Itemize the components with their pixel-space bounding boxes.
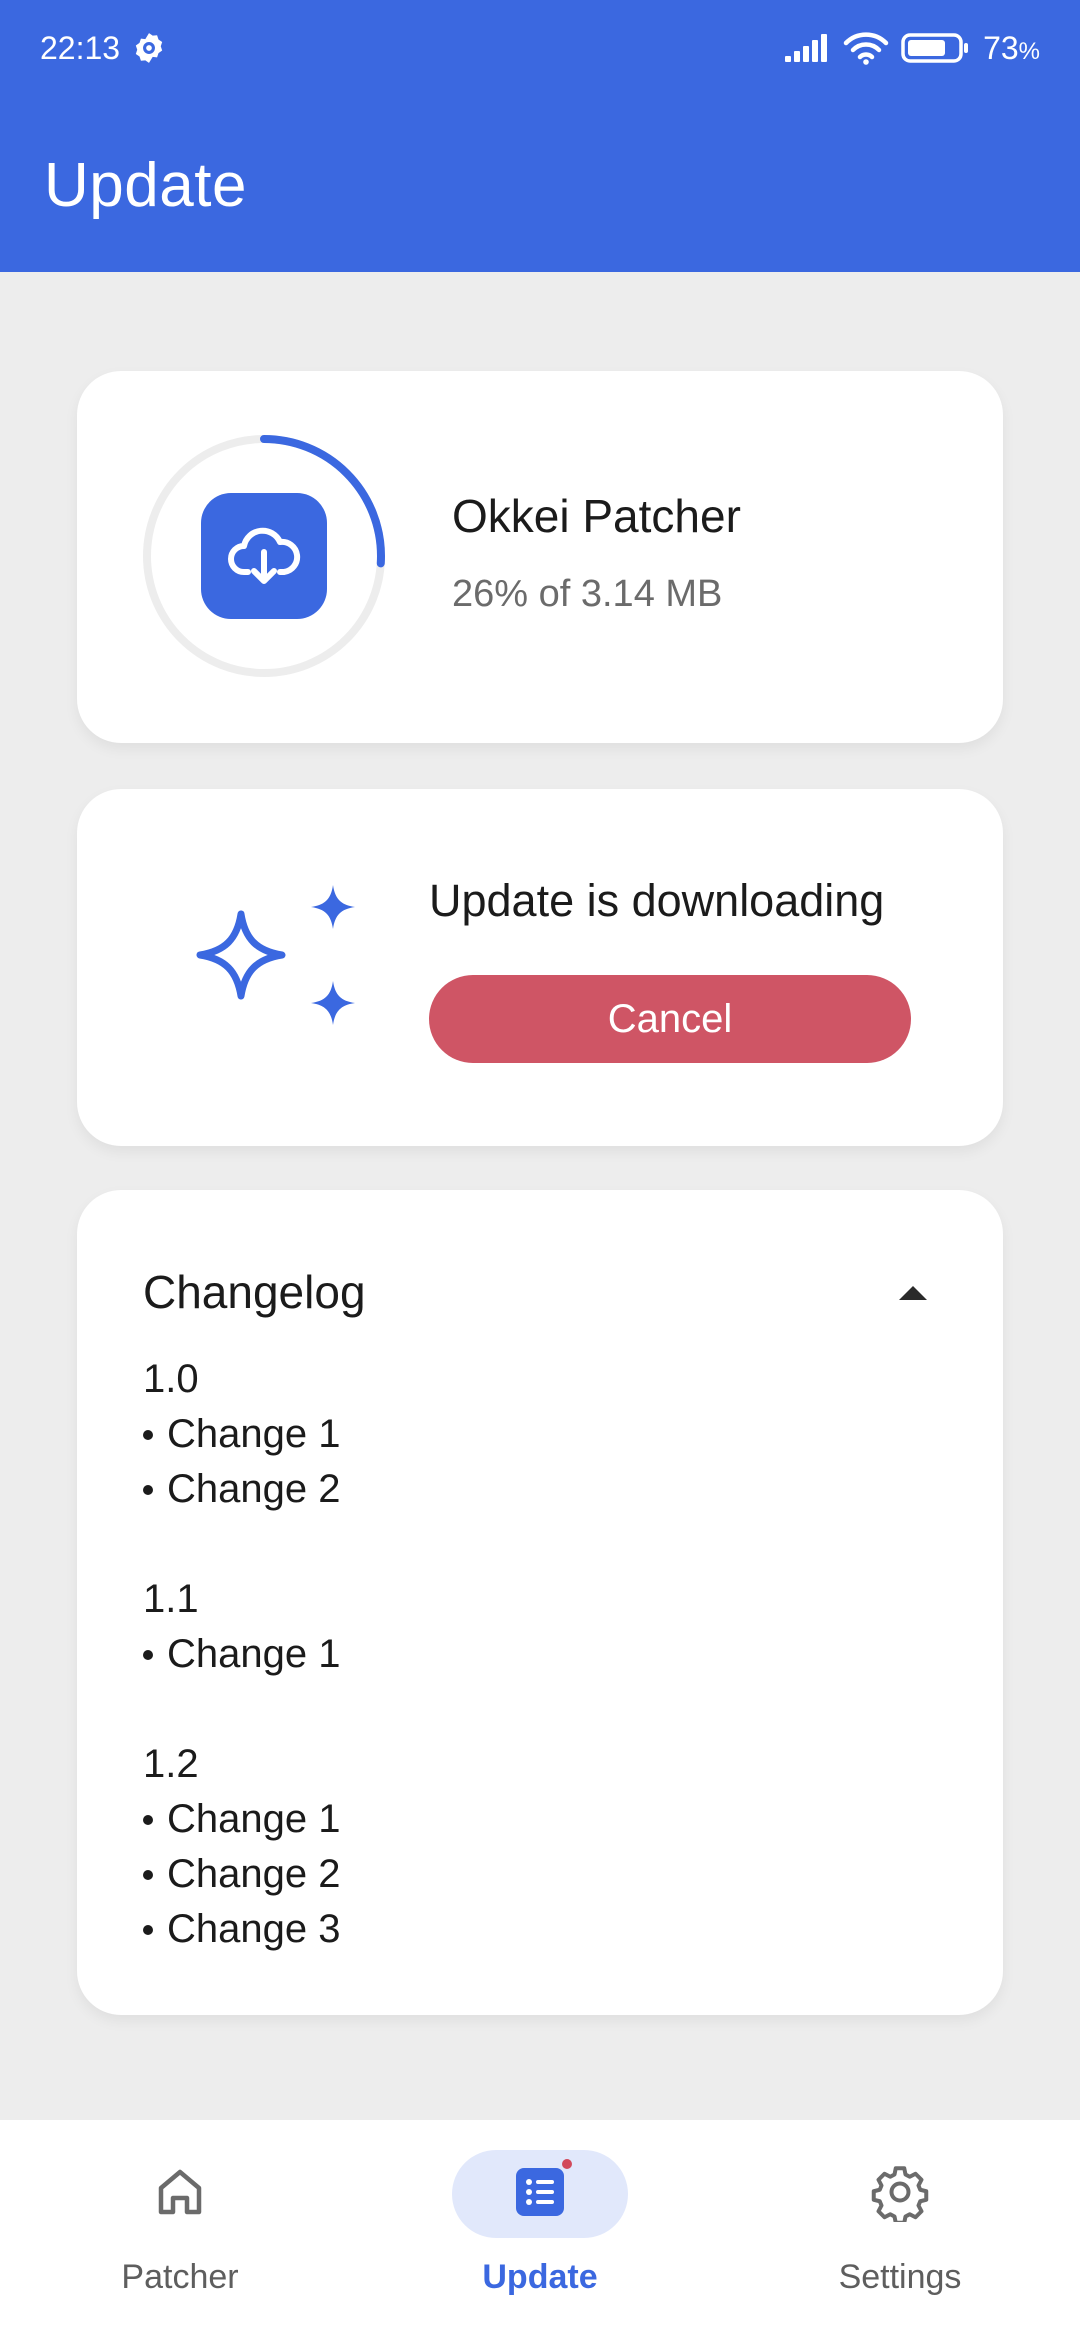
changelog-entry: Change 2 (143, 1847, 340, 1902)
cancel-button[interactable]: Cancel (429, 975, 911, 1063)
settings-badge-icon (132, 31, 166, 65)
changelog-entry: Change 1 (143, 1792, 340, 1847)
changelog-version: 1.0 (143, 1357, 199, 1401)
changelog-entry: Change 1 (143, 1627, 340, 1682)
nav-label-patcher: Patcher (121, 2258, 239, 2296)
nav-item-patcher[interactable]: Patcher (30, 2150, 330, 2320)
changelog-entry: Change 2 (143, 1462, 340, 1517)
nav-active-indicator (452, 2150, 628, 2238)
nav-item-update[interactable]: Update (390, 2150, 690, 2320)
bullet-icon (143, 1924, 153, 1935)
sparkles-icon (196, 885, 355, 1025)
collapse-arrow-icon[interactable] (889, 1268, 937, 1316)
download-progress-text: 26% of 3.14 MB (452, 573, 723, 615)
top-app-bar: 22:13 73% Update (0, 0, 1080, 272)
changelog-version: 1.1 (143, 1577, 199, 1621)
changelog-card: Changelog 1.0 Change 1 Change 2 1.1 Chan… (77, 1190, 1003, 2015)
nav-label-update: Update (482, 2258, 598, 2296)
nav-label-settings: Settings (838, 2258, 962, 2296)
changelog-version-block: 1.2 Change 1 Change 2 Change 3 (143, 1737, 340, 1957)
gear-icon (870, 2162, 930, 2227)
changelog-version: 1.2 (143, 1742, 199, 1786)
bullet-icon (143, 1814, 153, 1825)
battery-icon (901, 31, 971, 65)
bullet-icon (143, 1649, 153, 1660)
bullet-icon (143, 1429, 153, 1440)
app-root: 22:13 73% Update Okkei Patcher 26% of 3.… (0, 0, 1080, 2340)
cloud-download-icon (201, 493, 327, 619)
changelog-entry: Change 1 (143, 1407, 340, 1462)
update-status-message: Update is downloading (429, 875, 885, 926)
page-title: Update (44, 151, 247, 220)
nav-item-settings[interactable]: Settings (750, 2150, 1050, 2320)
signal-icon (783, 32, 831, 64)
changelog-version-block: 1.0 Change 1 Change 2 (143, 1352, 340, 1517)
update-status-card: Update is downloading Cancel (77, 789, 1003, 1146)
bullet-icon (143, 1869, 153, 1880)
changelog-header[interactable]: Changelog (143, 1262, 937, 1322)
bullet-icon (143, 1484, 153, 1495)
app-name: Okkei Patcher (452, 490, 741, 542)
changelog-list: 1.0 Change 1 Change 2 1.1 Change 1 1.2 C… (143, 1352, 340, 1957)
changelog-title: Changelog (143, 1266, 366, 1318)
changelog-entry: Change 3 (143, 1902, 340, 1957)
battery-level: 73% (983, 29, 1040, 66)
download-progress-card: Okkei Patcher 26% of 3.14 MB (77, 371, 1003, 743)
changelog-version-block: 1.1 Change 1 (143, 1572, 340, 1682)
home-icon (152, 2164, 208, 2225)
wifi-icon (843, 31, 889, 65)
list-icon (512, 2164, 568, 2225)
bottom-navigation: Patcher Update Settings (0, 2120, 1080, 2340)
notification-badge (559, 2156, 575, 2172)
status-time: 22:13 (40, 29, 121, 66)
status-bar: 22:13 73% (40, 28, 1040, 68)
